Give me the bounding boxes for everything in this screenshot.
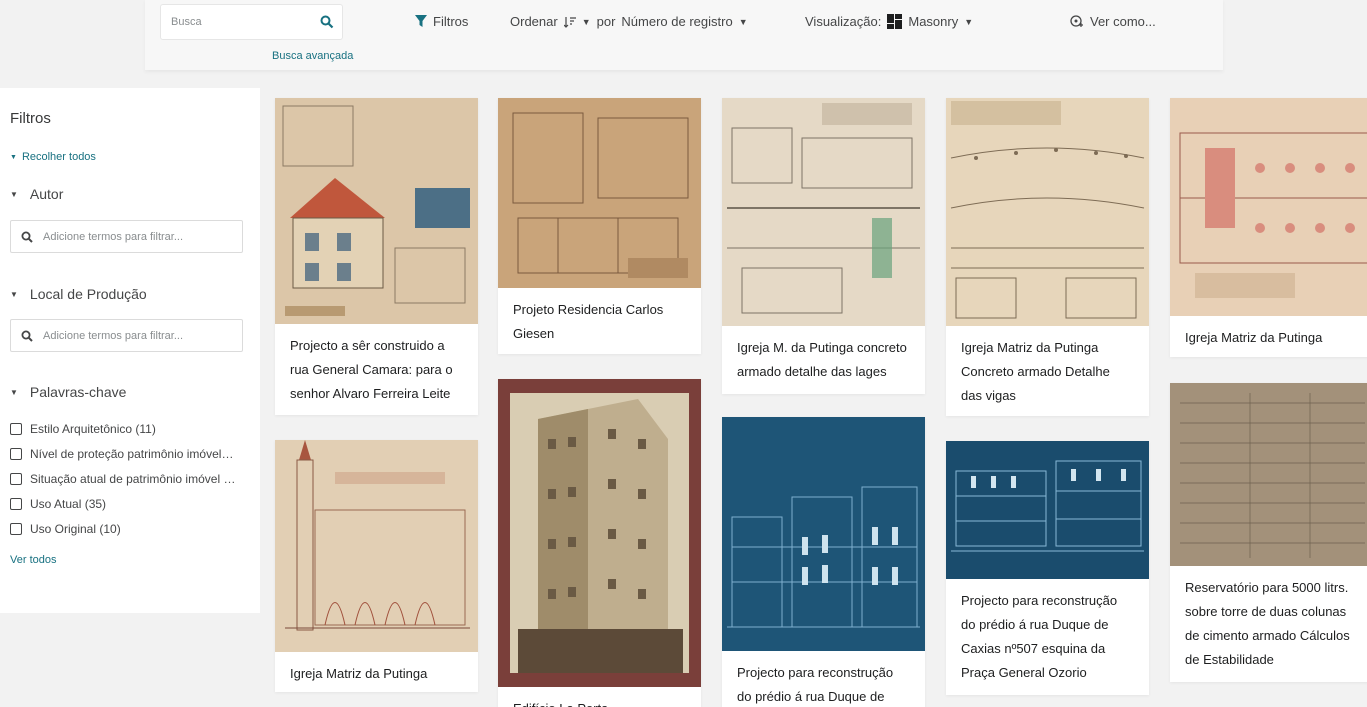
search-icon: [21, 231, 33, 243]
place-filter: [10, 319, 243, 352]
item-card[interactable]: Igreja Matriz da Putinga: [1170, 98, 1367, 357]
item-title[interactable]: Projecto para reconstrução do prédio á r…: [722, 651, 925, 707]
filters-label: Filtros: [433, 14, 469, 29]
keyword-option-label: Estilo Arquitetônico (11): [30, 422, 156, 436]
keyword-option-label: Uso Original (10): [30, 522, 121, 536]
section-place-toggle[interactable]: ▼ Local de Produção: [10, 286, 147, 302]
caret-down-icon: ▼: [10, 189, 18, 199]
item-title[interactable]: Projeto Residencia Carlos Giesen: [498, 288, 701, 346]
sort-label: Ordenar: [510, 14, 558, 29]
by-label: por: [596, 14, 616, 29]
keyword-option[interactable]: Nível de proteção patrimônio imóvel ... …: [10, 447, 236, 461]
author-filter: [10, 220, 243, 253]
filter-icon: [415, 15, 427, 27]
sort-order-icon[interactable]: [563, 16, 576, 28]
checkbox[interactable]: [10, 448, 22, 460]
item-card[interactable]: Projecto para reconstrução do prédio á r…: [722, 417, 925, 707]
section-keywords-label: Palavras-chave: [29, 384, 127, 400]
keyword-option-label: Nível de proteção patrimônio imóvel ... …: [30, 447, 236, 461]
keyword-option-label: Situação atual de patrimônio imóvel a...…: [30, 472, 236, 486]
see-all-link[interactable]: Ver todos: [10, 554, 56, 566]
item-card[interactable]: Projecto para reconstrução do prédio á r…: [946, 441, 1149, 695]
checkbox[interactable]: [10, 423, 22, 435]
item-title[interactable]: Projecto a sêr construido a rua General …: [275, 324, 478, 406]
view-as-button[interactable]: Ver como...: [1070, 14, 1156, 29]
item-card[interactable]: Igreja Matriz da Putinga: [275, 440, 478, 692]
chevron-down-icon[interactable]: ▼: [964, 17, 973, 27]
item-thumbnail[interactable]: [275, 98, 478, 324]
item-thumbnail[interactable]: [722, 417, 925, 651]
search-icon[interactable]: [320, 15, 334, 29]
item-card[interactable]: Reservatório para 5000 litrs. sobre torr…: [1170, 383, 1367, 682]
item-title[interactable]: Igreja Matriz da Putinga Concreto armado…: [946, 326, 1149, 408]
view-mode-select[interactable]: Masonry: [908, 14, 958, 29]
caret-down-icon: ▼: [10, 289, 18, 299]
view-mode-control: Visualização: Masonry ▼: [805, 14, 973, 29]
chevron-down-icon[interactable]: ▼: [739, 17, 748, 27]
item-card[interactable]: Igreja Matriz da Putinga Concreto armado…: [946, 98, 1149, 416]
checkbox[interactable]: [10, 498, 22, 510]
item-thumbnail[interactable]: [1170, 98, 1367, 316]
keyword-option-label: Uso Atual (35): [30, 497, 107, 511]
keyword-option[interactable]: Estilo Arquitetônico (11): [10, 422, 236, 436]
view-as-icon: [1070, 15, 1083, 27]
item-card[interactable]: Igreja M. da Putinga concreto armado det…: [722, 98, 925, 394]
keyword-option[interactable]: Uso Atual (35): [10, 497, 236, 511]
sidebar-title: Filtros: [10, 110, 51, 127]
caret-down-icon: ▼: [10, 387, 18, 397]
item-title[interactable]: Igreja Matriz da Putinga: [275, 652, 478, 686]
section-keywords-toggle[interactable]: ▼ Palavras-chave: [10, 384, 126, 400]
keyword-option[interactable]: Uso Original (10): [10, 522, 236, 536]
item-title[interactable]: Reservatório para 5000 litrs. sobre torr…: [1170, 566, 1367, 672]
checkbox[interactable]: [10, 523, 22, 535]
chevron-down-icon[interactable]: ▼: [582, 17, 591, 27]
item-thumbnail[interactable]: [722, 98, 925, 326]
section-author-toggle[interactable]: ▼ Autor: [10, 186, 63, 202]
section-place-label: Local de Produção: [29, 286, 147, 302]
advanced-search-link[interactable]: Busca avançada: [272, 50, 353, 62]
place-filter-input[interactable]: [43, 329, 233, 342]
item-title[interactable]: Igreja Matriz da Putinga: [1170, 316, 1367, 350]
masonry-icon: [887, 14, 903, 29]
item-card[interactable]: Edifício La Porta: [498, 379, 701, 707]
sort-control: Ordenar ▼ por Número de registro ▼: [510, 14, 748, 29]
filters-button[interactable]: Filtros: [415, 14, 468, 29]
caret-down-icon: ▼: [10, 153, 17, 161]
collapse-all-label: Recolher todos: [21, 151, 96, 163]
item-card[interactable]: Projeto Residencia Carlos Giesen: [498, 98, 701, 354]
item-thumbnail[interactable]: [1170, 383, 1367, 566]
search-icon: [21, 330, 33, 342]
sort-field-select[interactable]: Número de registro: [621, 14, 732, 29]
search-box: [160, 4, 343, 40]
checkbox[interactable]: [10, 473, 22, 485]
item-thumbnail[interactable]: [498, 98, 701, 288]
author-filter-input[interactable]: [43, 230, 233, 243]
item-thumbnail[interactable]: [498, 379, 701, 687]
toolbar: Busca avançada Filtros Ordenar ▼ por Núm…: [145, 0, 1223, 70]
item-title[interactable]: Igreja M. da Putinga concreto armado det…: [722, 326, 925, 384]
item-thumbnail[interactable]: [946, 98, 1149, 326]
keyword-option[interactable]: Situação atual de patrimônio imóvel a...…: [10, 472, 236, 486]
search-input[interactable]: [161, 5, 311, 39]
view-as-label: Ver como...: [1090, 14, 1156, 29]
filters-sidebar: Filtros ▼ Recolher todos ▼ Autor ▼ Local…: [0, 88, 260, 613]
section-author-label: Autor: [29, 186, 64, 202]
view-label: Visualização:: [805, 14, 882, 29]
item-thumbnail[interactable]: [946, 441, 1149, 579]
item-title[interactable]: Edifício La Porta: [498, 687, 701, 707]
item-card[interactable]: Projecto a sêr construido a rua General …: [275, 98, 478, 415]
item-thumbnail[interactable]: [275, 440, 478, 652]
collapse-all-link[interactable]: ▼ Recolher todos: [10, 151, 96, 163]
item-title[interactable]: Projecto para reconstrução do prédio á r…: [946, 579, 1149, 685]
